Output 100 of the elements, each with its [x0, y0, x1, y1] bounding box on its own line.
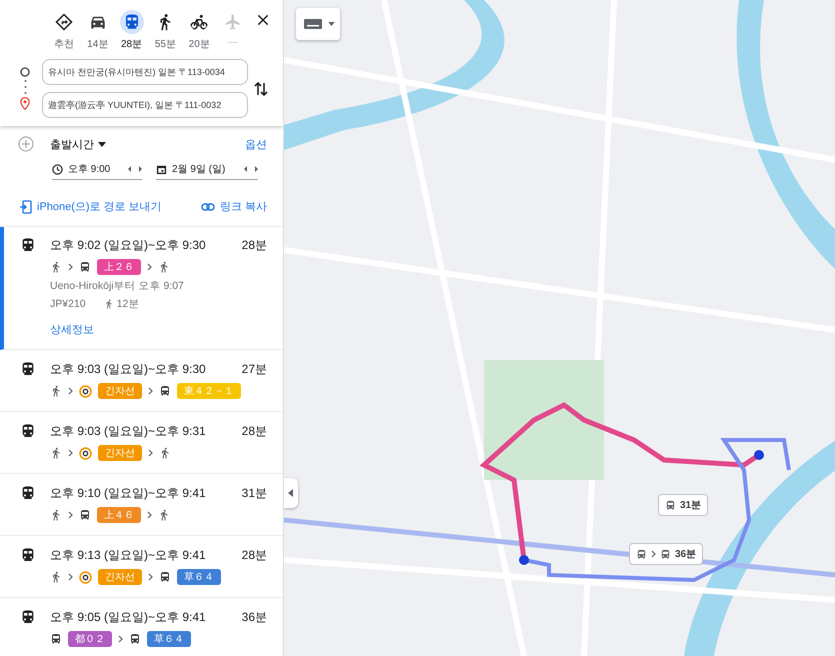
route-time: 오후 9:03 (일요일)~오후 9:30	[50, 361, 206, 378]
send-to-phone-link[interactable]: iPhone(으)로 경로 보내기	[20, 199, 162, 214]
route-duration: 28분	[242, 547, 267, 564]
route-duration: 31분	[242, 485, 267, 502]
bus-icon	[129, 633, 141, 645]
keyboard-button[interactable]	[296, 8, 340, 40]
date-picker[interactable]: 2월 9일 (일)	[156, 162, 258, 180]
fare-text: JP¥210	[50, 298, 86, 310]
phone-icon	[20, 200, 32, 214]
arrows-icon[interactable]	[244, 166, 258, 172]
destination-field[interactable]: 遊雲亭(游云亭 YUUNTEI), 일본 〒111-0032	[42, 92, 248, 118]
bus-icon	[159, 571, 171, 583]
chevron-icon	[147, 511, 152, 519]
chevron-icon	[68, 263, 73, 271]
arrows-icon[interactable]	[128, 166, 142, 172]
options-link[interactable]: 옵션	[245, 136, 267, 152]
route-duration: 27분	[242, 361, 267, 378]
departure-dropdown[interactable]: 출발시간	[50, 136, 106, 152]
chevron-icon	[68, 449, 73, 457]
route-option[interactable]: 오후 9:13 (일요일)~오후 9:41 28분 긴자선 草６４	[0, 536, 283, 598]
train-icon	[20, 547, 36, 563]
train-icon	[120, 10, 144, 34]
swap-icon	[253, 80, 269, 98]
train-icon	[20, 485, 36, 501]
origin-field[interactable]: 유시마 천만궁(유시마텐진) 일본 〒113-0034	[42, 59, 248, 85]
route-badge: 上４６	[97, 507, 141, 523]
route-time: 오후 9:03 (일요일)~오후 9:31	[50, 423, 206, 440]
bus-icon	[79, 261, 91, 273]
travel-mode-tab[interactable]: 14분	[84, 10, 112, 51]
travel-mode-tab[interactable]: 20분	[185, 10, 214, 51]
route-duration-chip[interactable]: 36분	[629, 543, 704, 565]
link-icon	[200, 202, 215, 210]
train-icon	[20, 361, 36, 377]
chevron-icon	[651, 550, 656, 558]
route-badge: 上２６	[97, 259, 141, 275]
walking-person-icon	[50, 261, 62, 273]
travel-mode-tab[interactable]: 28분	[118, 10, 146, 51]
train-icon	[20, 237, 36, 253]
swap-button[interactable]	[253, 80, 269, 98]
walking-person-icon	[158, 261, 170, 273]
bus-icon	[50, 633, 62, 645]
location-pin-icon	[20, 97, 30, 110]
chevron-icon	[147, 263, 152, 271]
collapse-panel-button[interactable]	[284, 478, 298, 508]
route-option[interactable]: 오후 9:10 (일요일)~오후 9:41 31분 上４６	[0, 474, 283, 536]
close-icon	[255, 12, 271, 28]
route-badge: 草６４	[147, 631, 191, 647]
route-duration: 28분	[242, 237, 267, 254]
bus-icon	[79, 509, 91, 521]
chevron-icon	[148, 573, 153, 581]
chevron-icon	[68, 573, 73, 581]
route-option[interactable]: 오후 9:03 (일요일)~오후 9:30 27분 긴자선 東４２－１	[0, 350, 283, 412]
travel-mode-tab[interactable]: 추천	[50, 10, 78, 51]
chevron-icon	[118, 635, 123, 643]
origin-circle-icon	[20, 67, 30, 77]
route-duration: 28분	[242, 423, 267, 440]
walking-person-icon	[50, 509, 62, 521]
walking-person-icon	[50, 447, 62, 459]
route-time: 오후 9:10 (일요일)~오후 9:41	[50, 485, 206, 502]
caret-icon	[328, 22, 335, 26]
route-badge: 긴자선	[98, 569, 142, 585]
details-link[interactable]: 상세정보	[50, 322, 94, 337]
chevron-icon	[68, 511, 73, 519]
calendar-icon	[156, 164, 167, 174]
walking-person-icon	[50, 385, 62, 397]
bus-icon	[159, 385, 171, 397]
route-badge: 都０２	[68, 631, 112, 647]
walking-person-icon	[50, 571, 62, 583]
keyboard-icon	[304, 19, 322, 29]
route-badge: 草６４	[177, 569, 221, 585]
route-duration: 36분	[242, 609, 267, 626]
dots-icon	[24, 79, 26, 95]
time-picker[interactable]: 오후 9:00	[52, 162, 142, 180]
route-badge: 긴자선	[98, 445, 142, 461]
route-option[interactable]: 오후 9:05 (일요일)~오후 9:41 36분 都０２ 草６４	[0, 598, 283, 656]
route-time: 오후 9:05 (일요일)~오후 9:41	[50, 609, 206, 626]
walking-person-icon	[158, 509, 170, 521]
add-circle-icon[interactable]	[18, 136, 34, 152]
route-time: 오후 9:02 (일요일)~오후 9:30	[50, 237, 206, 254]
left-arrow-icon	[288, 489, 294, 497]
train-icon	[20, 423, 36, 439]
route-badge: 긴자선	[98, 383, 142, 399]
copy-link-button[interactable]: 링크 복사	[200, 199, 267, 214]
chevron-icon	[68, 387, 73, 395]
walk-time: 12분	[104, 297, 140, 311]
route-duration-chip[interactable]: 31분	[658, 494, 708, 516]
departure-detail: Ueno-Hirokōji부터 오후 9:07	[50, 280, 185, 292]
bus-icon	[665, 500, 676, 510]
route-option[interactable]: 오후 9:03 (일요일)~오후 9:31 28분 긴자선	[0, 412, 283, 474]
clock-icon	[52, 164, 63, 174]
walking-person-icon	[104, 299, 114, 309]
route-time: 오후 9:13 (일요일)~오후 9:41	[50, 547, 206, 564]
chevron-icon	[148, 387, 153, 395]
train-icon	[20, 609, 36, 625]
route-badge: 東４２－１	[177, 383, 241, 399]
walking-person-icon	[159, 447, 171, 459]
caret-icon	[98, 142, 106, 146]
chevron-icon	[148, 449, 153, 457]
travel-mode-tab[interactable]: 55분	[151, 10, 180, 51]
bus-icon	[636, 548, 647, 560]
